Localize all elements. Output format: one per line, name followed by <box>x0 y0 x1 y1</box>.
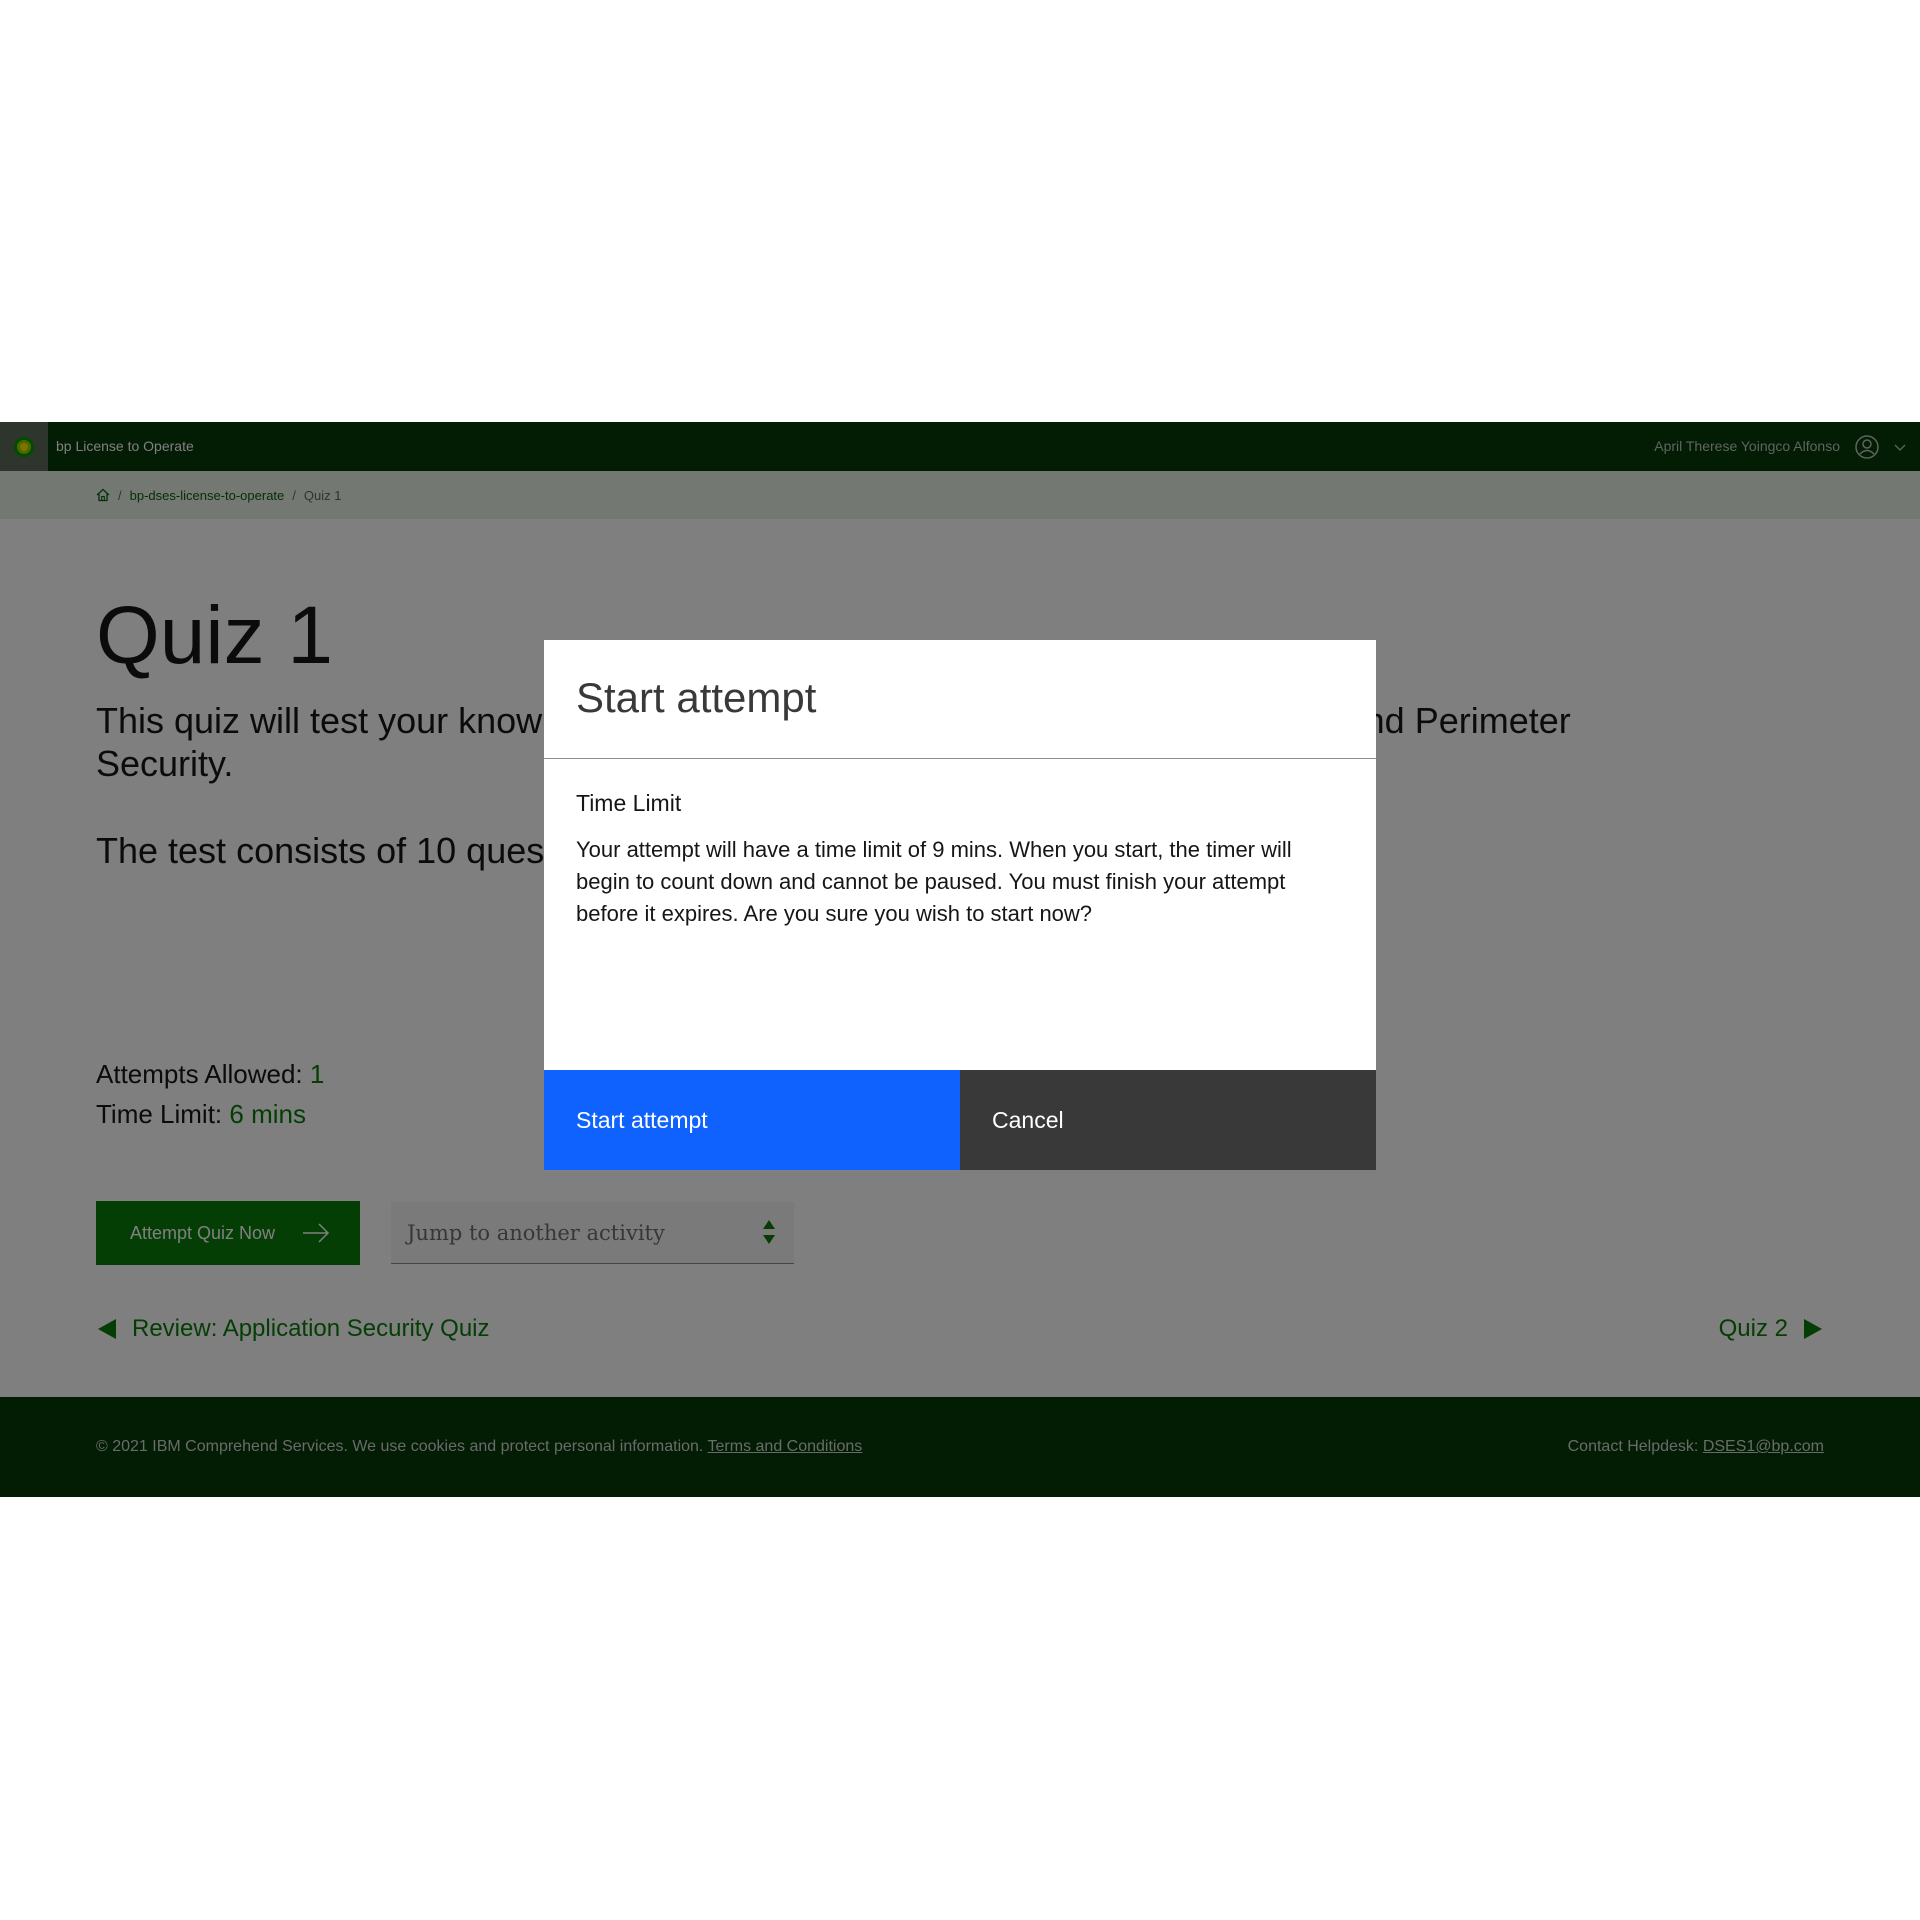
modal-header: Start attempt <box>544 640 1376 759</box>
modal-title: Start attempt <box>576 674 817 721</box>
modal-body-text: Your attempt will have a time limit of 9… <box>576 837 1292 926</box>
cancel-button[interactable]: Cancel <box>960 1070 1376 1170</box>
modal-subtitle: Time Limit <box>576 790 682 816</box>
modal-footer: Start attempt Cancel <box>544 1070 1376 1170</box>
start-attempt-modal: Start attempt Time Limit Your attempt wi… <box>544 640 1376 1170</box>
app-root: bp License to Operate April Therese Yoin… <box>0 422 1920 1497</box>
start-attempt-button[interactable]: Start attempt <box>544 1070 960 1170</box>
